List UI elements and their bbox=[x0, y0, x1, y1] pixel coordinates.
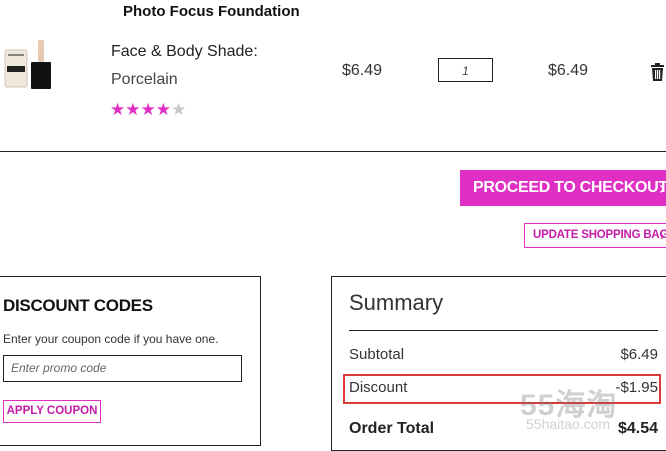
summary-title: Summary bbox=[349, 290, 444, 315]
star-filled-icon: ★ bbox=[140, 100, 156, 119]
rating-stars: ★★★★★ bbox=[110, 100, 186, 120]
summary-divider bbox=[349, 330, 658, 331]
star-filled-icon: ★ bbox=[125, 100, 141, 119]
chevron-right-icon: › bbox=[660, 228, 665, 243]
star-empty-icon: ★ bbox=[171, 100, 187, 119]
trash-icon[interactable] bbox=[650, 63, 665, 81]
update-label: UPDATE SHOPPING BAG bbox=[533, 229, 666, 241]
checkout-label: PROCEED TO CHECKOUT bbox=[473, 179, 666, 196]
chevron-right-icon: › bbox=[659, 178, 665, 198]
order-total-value: $4.54 bbox=[617, 420, 658, 437]
proceed-to-checkout-button[interactable]: PROCEED TO CHECKOUT › bbox=[460, 170, 666, 206]
line-subtotal: $6.49 bbox=[548, 62, 589, 79]
shade-value: Porcelain bbox=[111, 71, 178, 88]
product-name[interactable]: Photo Focus Foundation bbox=[123, 3, 300, 20]
discount-value: -$1.95 bbox=[615, 379, 658, 396]
shade-label: Face & Body Shade: bbox=[111, 43, 258, 60]
subtotal-value: $6.49 bbox=[620, 346, 658, 363]
quantity-input[interactable]: 1 bbox=[438, 58, 493, 82]
unit-price: $6.49 bbox=[342, 62, 383, 79]
watermark-url: 55haitao.com bbox=[526, 416, 611, 432]
subtotal-label: Subtotal bbox=[349, 346, 405, 363]
star-filled-icon: ★ bbox=[110, 100, 126, 119]
discount-label: Discount bbox=[349, 379, 408, 396]
section-divider bbox=[0, 151, 666, 152]
product-thumbnail[interactable] bbox=[4, 38, 54, 92]
order-total-label: Order Total bbox=[349, 420, 435, 437]
promo-code-input[interactable]: Enter promo code bbox=[3, 355, 242, 382]
discount-codes-title: DISCOUNT CODES bbox=[3, 296, 153, 315]
coupon-hint: Enter your coupon code if you have one. bbox=[3, 332, 219, 346]
watermark: 55海淘 55haitao.com bbox=[520, 380, 617, 432]
apply-coupon-button[interactable]: APPLY COUPON bbox=[3, 400, 101, 423]
star-filled-icon: ★ bbox=[155, 100, 171, 119]
update-shopping-bag-button[interactable]: UPDATE SHOPPING BAG › bbox=[524, 223, 666, 248]
